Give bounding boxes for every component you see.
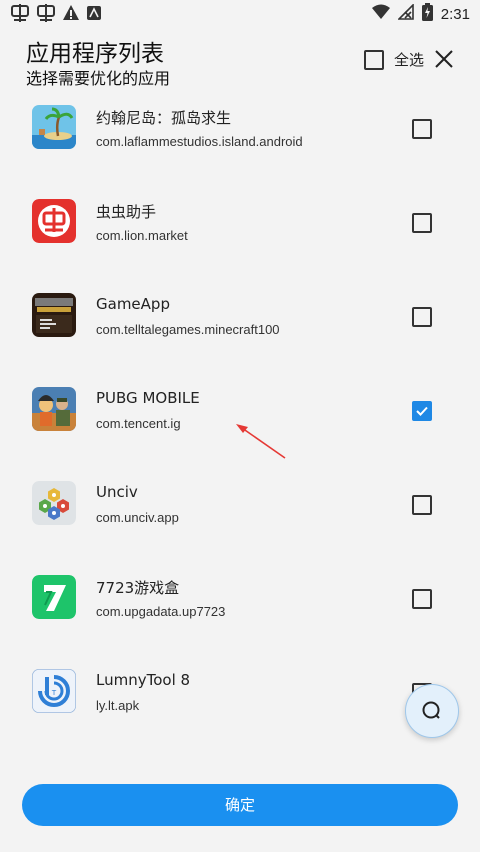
app-name: PUBG MOBILE xyxy=(96,389,200,407)
app-name: 约翰尼岛：孤岛求生 xyxy=(96,109,232,127)
app-list[interactable]: 约翰尼岛：孤岛求生 com.laflammestudios.island.and… xyxy=(0,94,480,754)
app-checkbox-checked[interactable] xyxy=(412,401,432,421)
app-checkbox[interactable] xyxy=(412,589,432,609)
checkmark-icon xyxy=(416,406,428,416)
app-package: com.upgadata.up7723 xyxy=(96,604,226,619)
status-bar: 2:31 xyxy=(0,0,480,28)
page-title: 应用程序列表 xyxy=(26,41,164,67)
app-row[interactable]: 7723游戏盒 com.upgadata.up7723 xyxy=(0,564,480,658)
lumnytool-icon: T xyxy=(32,669,76,713)
warning-icon xyxy=(62,4,80,26)
app-name: GameApp xyxy=(96,295,170,313)
no-signal-icon xyxy=(396,3,414,24)
app-checkbox[interactable] xyxy=(412,119,432,139)
app-list-screen: 2:31 应用程序列表 选择需要优化的应用 全选 约翰尼岛：孤岛求生 com.l… xyxy=(0,0,480,852)
notification-icon xyxy=(86,5,102,25)
svg-text:T: T xyxy=(51,689,57,697)
floating-search-button[interactable] xyxy=(405,684,459,738)
select-all-checkbox[interactable] xyxy=(364,49,384,70)
select-all-label: 全选 xyxy=(394,51,425,69)
app-name: LumnyTool 8 xyxy=(96,671,191,689)
app-row[interactable]: Unciv com.unciv.app xyxy=(0,470,480,564)
app-checkbox[interactable] xyxy=(412,307,432,327)
app-package: com.lion.market xyxy=(96,228,188,243)
app-package: com.tencent.ig xyxy=(96,416,181,431)
select-all-toggle[interactable]: 全选 xyxy=(364,49,424,70)
app-row[interactable]: PUBG MOBILE com.tencent.ig xyxy=(0,376,480,470)
island-game-icon xyxy=(32,105,76,149)
app-name: 7723游戏盒 xyxy=(96,579,180,597)
app-name: Unciv xyxy=(96,483,138,501)
search-icon xyxy=(422,701,440,719)
page-subtitle: 选择需要优化的应用 xyxy=(26,69,171,88)
battery-charging-icon xyxy=(421,3,433,25)
close-button[interactable] xyxy=(430,45,458,73)
7723-icon xyxy=(32,575,76,619)
app-package: com.unciv.app xyxy=(96,510,179,525)
app-checkbox[interactable] xyxy=(412,495,432,515)
app-row[interactable]: GameApp com.telltalegames.minecraft100 xyxy=(0,282,480,376)
app-package: com.telltalegames.minecraft100 xyxy=(96,322,280,337)
wifi-icon xyxy=(371,4,390,24)
minecraft-story-icon xyxy=(32,293,76,337)
pubg-icon xyxy=(32,387,76,431)
chongchong-icon xyxy=(10,3,30,27)
app-name: 虫虫助手 xyxy=(96,203,157,221)
chongchong-icon xyxy=(36,3,56,27)
app-checkbox[interactable] xyxy=(412,213,432,233)
unciv-icon xyxy=(32,481,76,525)
app-package: ly.lt.apk xyxy=(96,698,140,713)
app-package: com.laflammestudios.island.android xyxy=(96,134,303,149)
confirm-button[interactable]: 确定 xyxy=(22,784,458,826)
status-time: 2:31 xyxy=(440,5,470,23)
app-row[interactable]: 约翰尼岛：孤岛求生 com.laflammestudios.island.and… xyxy=(0,94,480,188)
close-icon xyxy=(435,50,453,68)
app-row[interactable]: 虫虫助手 com.lion.market xyxy=(0,188,480,282)
chongchong-app-icon xyxy=(32,199,76,243)
